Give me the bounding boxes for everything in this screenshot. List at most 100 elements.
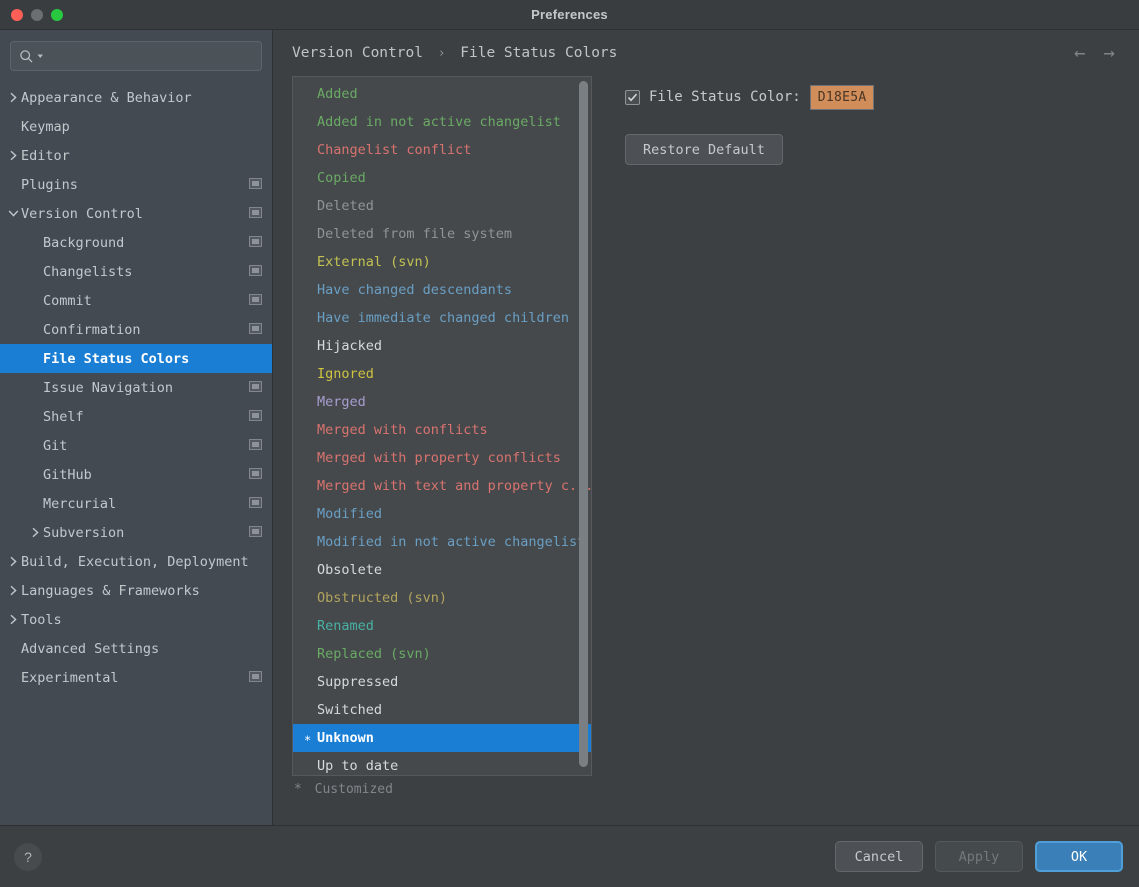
sidebar-item-build-execution-deployment[interactable]: Build, Execution, Deployment bbox=[0, 547, 272, 576]
file-status-color-checkbox[interactable] bbox=[625, 90, 640, 105]
sidebar-item-shelf[interactable]: Shelf bbox=[0, 402, 272, 431]
status-list-item[interactable]: ∗Unknown bbox=[293, 724, 591, 752]
forward-arrow-icon[interactable]: → bbox=[1104, 44, 1115, 63]
breadcrumb-bar: Version Control › File Status Colors ← → bbox=[273, 30, 1139, 76]
sidebar-item-git[interactable]: Git bbox=[0, 431, 272, 460]
status-list-item-label: Renamed bbox=[317, 618, 374, 634]
status-list-column: AddedAdded in not active changelistChang… bbox=[292, 76, 592, 825]
chevron-down-icon[interactable] bbox=[6, 209, 21, 218]
chevron-right-icon[interactable] bbox=[6, 150, 21, 161]
sidebar-item-label: Commit bbox=[43, 293, 249, 309]
status-list-item-label: Merged with property conflicts bbox=[317, 450, 561, 466]
chevron-right-icon[interactable] bbox=[6, 92, 21, 103]
file-status-color-row: File Status Color: D18E5A bbox=[625, 86, 1139, 108]
sidebar-item-version-control[interactable]: Version Control bbox=[0, 199, 272, 228]
nav-arrows: ← → bbox=[1074, 44, 1125, 63]
sidebar-item-mercurial[interactable]: Mercurial bbox=[0, 489, 272, 518]
sidebar-item-file-status-colors[interactable]: File Status Colors bbox=[0, 344, 272, 373]
project-scope-badge-icon bbox=[249, 235, 262, 251]
status-list-item[interactable]: Added bbox=[293, 80, 591, 108]
sidebar-item-label: Keymap bbox=[21, 119, 262, 135]
sidebar-item-appearance-behavior[interactable]: Appearance & Behavior bbox=[0, 83, 272, 112]
settings-sidebar: Appearance & Behavior Keymap EditorPlugins… bbox=[0, 30, 273, 825]
search-box[interactable] bbox=[10, 41, 262, 71]
breadcrumb: Version Control › File Status Colors bbox=[292, 45, 617, 61]
sidebar-item-commit[interactable]: Commit bbox=[0, 286, 272, 315]
sidebar-item-languages-frameworks[interactable]: Languages & Frameworks bbox=[0, 576, 272, 605]
status-list-item[interactable]: Renamed bbox=[293, 612, 591, 640]
status-list-item-label: External (svn) bbox=[317, 254, 431, 270]
status-list-item[interactable]: Replaced (svn) bbox=[293, 640, 591, 668]
footer-actions: Cancel Apply OK bbox=[835, 841, 1123, 872]
sidebar-item-label: Shelf bbox=[43, 409, 249, 425]
restore-default-button[interactable]: Restore Default bbox=[625, 134, 783, 165]
status-list-item-label: Have immediate changed children bbox=[317, 310, 569, 326]
sidebar-search-wrap bbox=[0, 30, 272, 81]
status-list-item[interactable]: Changelist conflict bbox=[293, 136, 591, 164]
status-list-item[interactable]: Suppressed bbox=[293, 668, 591, 696]
settings-content: AddedAdded in not active changelistChang… bbox=[273, 76, 1139, 825]
sidebar-item-label: Experimental bbox=[21, 670, 249, 686]
status-list-scrollbar[interactable] bbox=[578, 79, 589, 773]
status-list-item[interactable]: External (svn) bbox=[293, 248, 591, 276]
window-title: Preferences bbox=[0, 7, 1139, 22]
sidebar-item-label: GitHub bbox=[43, 467, 249, 483]
sidebar-item-editor[interactable]: Editor bbox=[0, 141, 272, 170]
sidebar-item-background[interactable]: Background bbox=[0, 228, 272, 257]
sidebar-item-subversion[interactable]: Subversion bbox=[0, 518, 272, 547]
status-list-item[interactable]: Modified bbox=[293, 500, 591, 528]
status-list-item[interactable]: Up to date bbox=[293, 752, 591, 776]
project-scope-badge-icon bbox=[249, 409, 262, 425]
help-button[interactable]: ? bbox=[14, 843, 42, 871]
status-list-item[interactable]: Switched bbox=[293, 696, 591, 724]
status-list-item[interactable]: Obsolete bbox=[293, 556, 591, 584]
status-list-item[interactable]: Merged with property conflicts bbox=[293, 444, 591, 472]
status-list-item[interactable]: Have immediate changed children bbox=[293, 304, 591, 332]
sidebar-item-label: Git bbox=[43, 438, 249, 454]
breadcrumb-root[interactable]: Version Control bbox=[292, 45, 423, 61]
status-list-item[interactable]: Modified in not active changelist bbox=[293, 528, 591, 556]
apply-button[interactable]: Apply bbox=[935, 841, 1023, 872]
sidebar-item-keymap[interactable]: Keymap bbox=[0, 112, 272, 141]
status-list-item[interactable]: Hijacked bbox=[293, 332, 591, 360]
project-scope-badge-icon bbox=[249, 525, 262, 541]
sidebar-item-advanced-settings[interactable]: Advanced Settings bbox=[0, 634, 272, 663]
customized-legend: * Customized bbox=[292, 782, 592, 797]
chevron-right-icon[interactable] bbox=[6, 556, 21, 567]
breadcrumb-leaf: File Status Colors bbox=[460, 45, 617, 61]
checkmark-icon bbox=[627, 92, 638, 103]
sidebar-item-issue-navigation[interactable]: Issue Navigation bbox=[0, 373, 272, 402]
chevron-right-icon[interactable] bbox=[6, 614, 21, 625]
status-list-item[interactable]: Copied bbox=[293, 164, 591, 192]
status-list-item-label: Have changed descendants bbox=[317, 282, 512, 298]
project-scope-badge-icon bbox=[249, 264, 262, 280]
status-list-item[interactable]: Merged with conflicts bbox=[293, 416, 591, 444]
status-list-item[interactable]: Merged bbox=[293, 388, 591, 416]
status-list-item-label: Modified in not active changelist bbox=[317, 534, 585, 550]
sidebar-item-tools[interactable]: Tools bbox=[0, 605, 272, 634]
status-list-item[interactable]: Merged with text and property c... bbox=[293, 472, 591, 500]
sidebar-item-experimental[interactable]: Experimental bbox=[0, 663, 272, 692]
status-list-scrollbar-thumb[interactable] bbox=[579, 81, 588, 767]
sidebar-item-plugins[interactable]: Plugins bbox=[0, 170, 272, 199]
chevron-right-icon[interactable] bbox=[28, 527, 43, 538]
search-dropdown-icon[interactable] bbox=[37, 53, 44, 60]
sidebar-item-confirmation[interactable]: Confirmation bbox=[0, 315, 272, 344]
color-swatch[interactable]: D18E5A bbox=[810, 85, 875, 110]
file-status-list[interactable]: AddedAdded in not active changelistChang… bbox=[292, 76, 592, 776]
status-list-item[interactable]: Obstructed (svn) bbox=[293, 584, 591, 612]
status-list-item[interactable]: Deleted bbox=[293, 192, 591, 220]
sidebar-item-changelists[interactable]: Changelists bbox=[0, 257, 272, 286]
ok-button[interactable]: OK bbox=[1035, 841, 1123, 872]
sidebar-item-github[interactable]: GitHub bbox=[0, 460, 272, 489]
chevron-right-icon[interactable] bbox=[6, 585, 21, 596]
status-list-item[interactable]: Have changed descendants bbox=[293, 276, 591, 304]
project-scope-badge-icon bbox=[249, 322, 262, 338]
back-arrow-icon[interactable]: ← bbox=[1074, 44, 1085, 63]
status-list-item[interactable]: Deleted from file system bbox=[293, 220, 591, 248]
status-list-item[interactable]: Ignored bbox=[293, 360, 591, 388]
status-list-item[interactable]: Added in not active changelist bbox=[293, 108, 591, 136]
cancel-button[interactable]: Cancel bbox=[835, 841, 923, 872]
sidebar-item-label: Changelists bbox=[43, 264, 249, 280]
search-input[interactable] bbox=[47, 49, 253, 64]
